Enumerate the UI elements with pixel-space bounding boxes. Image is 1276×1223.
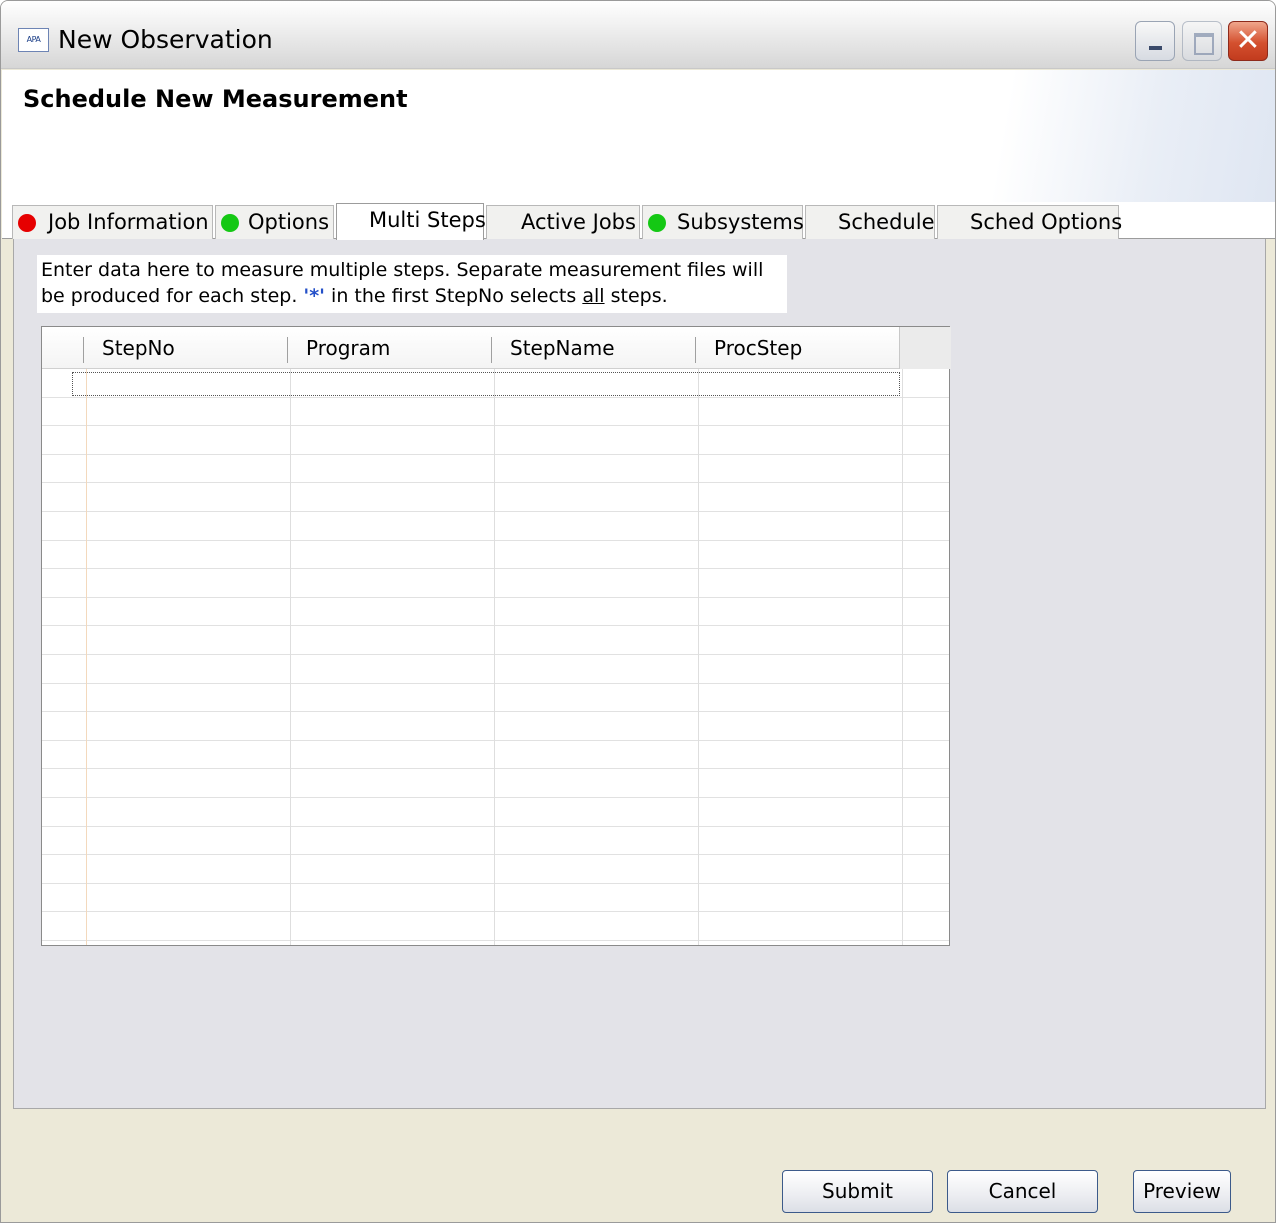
- table-row[interactable]: [42, 598, 949, 627]
- tab-active-jobs[interactable]: Active Jobs: [486, 205, 640, 239]
- table-row[interactable]: [42, 912, 949, 941]
- table-row[interactable]: [42, 569, 949, 598]
- title-bar[interactable]: APA New Observation ✕: [1, 1, 1275, 69]
- column-header-stepname[interactable]: StepName: [491, 327, 695, 369]
- tab-multi-steps[interactable]: Multi Steps: [336, 203, 486, 240]
- steps-table[interactable]: StepNo Program StepName ProcStep: [41, 326, 951, 946]
- table-row[interactable]: [42, 426, 949, 455]
- close-icon: ✕: [1235, 23, 1261, 58]
- tab-strip: Job Information Options Multi Steps Acti…: [2, 202, 1275, 240]
- cancel-button[interactable]: Cancel: [947, 1170, 1098, 1213]
- table-row[interactable]: [42, 855, 949, 884]
- table-row[interactable]: [42, 741, 949, 770]
- new-observation-window: APA New Observation ✕ Schedule New Measu…: [0, 0, 1276, 1223]
- table-row[interactable]: [42, 684, 949, 713]
- table-row[interactable]: [42, 827, 949, 856]
- header-filler: [899, 327, 951, 369]
- column-divider: [290, 369, 291, 945]
- status-green-icon: [648, 214, 666, 232]
- row-header-divider: [86, 369, 87, 945]
- close-button[interactable]: ✕: [1228, 21, 1268, 61]
- tab-subsystems[interactable]: Subsystems: [642, 205, 804, 239]
- page-title: Schedule New Measurement: [23, 85, 408, 113]
- tab-options[interactable]: Options: [215, 205, 334, 239]
- column-divider: [698, 369, 699, 945]
- instructions-text: Enter data here to measure multiple step…: [37, 255, 787, 313]
- instructions-line-2: be produced for each step. '*' in the fi…: [41, 285, 668, 307]
- table-row[interactable]: [42, 769, 949, 798]
- page-header: Schedule New Measurement: [2, 70, 1275, 202]
- table-row[interactable]: [42, 369, 949, 398]
- app-icon: APA: [18, 28, 49, 52]
- tab-label: Multi Steps: [369, 208, 486, 232]
- table-row[interactable]: [42, 455, 949, 484]
- column-header-procstep[interactable]: ProcStep: [695, 327, 899, 369]
- tab-sched-options[interactable]: Sched Options: [937, 205, 1123, 239]
- column-divider: [902, 369, 903, 945]
- submit-button[interactable]: Submit: [782, 1170, 933, 1213]
- tab-label: Job Information: [48, 210, 209, 234]
- window-title: New Observation: [58, 25, 273, 54]
- preview-button[interactable]: Preview: [1133, 1170, 1231, 1213]
- column-header-program[interactable]: Program: [287, 327, 491, 369]
- table-row[interactable]: [42, 884, 949, 913]
- status-red-icon: [18, 214, 36, 232]
- table-row[interactable]: [42, 398, 949, 427]
- tab-label: Subsystems: [677, 210, 804, 234]
- status-green-icon: [221, 214, 239, 232]
- table-row[interactable]: [42, 541, 949, 570]
- tab-label: Sched Options: [970, 210, 1123, 234]
- instructions-line-1: Enter data here to measure multiple step…: [41, 259, 764, 281]
- tab-label: Options: [248, 210, 330, 234]
- multi-steps-panel: Enter data here to measure multiple step…: [13, 239, 1266, 1109]
- table-row[interactable]: [42, 655, 949, 684]
- maximize-button[interactable]: [1182, 21, 1222, 61]
- tab-schedule[interactable]: Schedule: [805, 205, 935, 239]
- table-row[interactable]: [42, 712, 949, 741]
- table-row[interactable]: [42, 512, 949, 541]
- tab-job-information[interactable]: Job Information: [12, 205, 213, 239]
- table-row[interactable]: [42, 483, 949, 512]
- table-row[interactable]: [42, 626, 949, 655]
- table-row[interactable]: [42, 798, 949, 827]
- tab-label: Active Jobs: [521, 210, 636, 234]
- column-header-stepno[interactable]: StepNo: [83, 327, 287, 369]
- tab-label: Schedule: [838, 210, 935, 234]
- wildcard-token: '*': [303, 285, 325, 307]
- column-divider: [494, 369, 495, 945]
- minimize-button[interactable]: [1135, 21, 1175, 61]
- table-header: StepNo Program StepName ProcStep: [42, 327, 951, 369]
- row-focus-indicator: [72, 372, 900, 396]
